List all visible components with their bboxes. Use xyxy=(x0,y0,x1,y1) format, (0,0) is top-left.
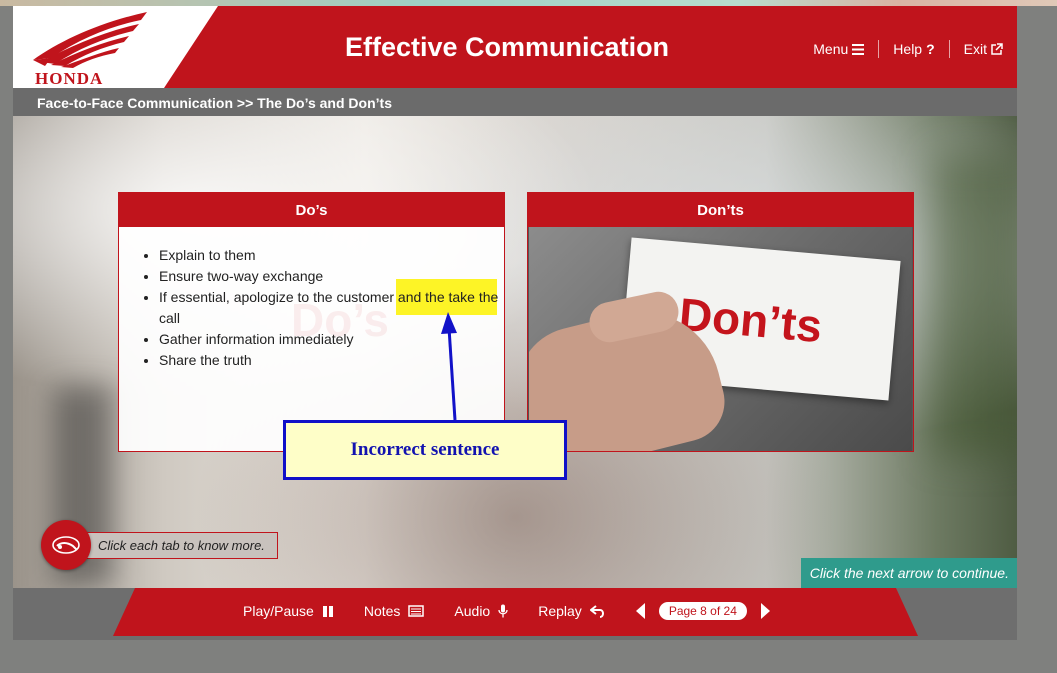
list-item: If essential, apologize to the customer … xyxy=(159,287,499,329)
notes-label: Notes xyxy=(363,603,401,619)
replay-icon xyxy=(589,604,604,618)
replay-label: Replay xyxy=(538,603,582,619)
page-indicator: Page 8 of 24 xyxy=(658,602,747,620)
top-navigation: Menu Help ? Exit xyxy=(799,40,1003,58)
list-item: Ensure two-way exchange xyxy=(159,266,499,287)
next-arrow-icon[interactable] xyxy=(760,603,770,619)
touch-icon xyxy=(41,520,91,570)
list-item: Gather information immediately xyxy=(159,329,499,350)
notes-icon xyxy=(408,605,425,617)
notes-button[interactable]: Notes xyxy=(364,603,425,619)
exit-icon xyxy=(991,43,1003,55)
player-controls: Play/Pause Notes Audio Replay Page 8 of … xyxy=(243,602,770,620)
list-item: Share the truth xyxy=(159,350,499,371)
wing-icon xyxy=(33,12,147,68)
help-icon: ? xyxy=(926,41,935,57)
donts-photo: Don’ts xyxy=(529,227,912,451)
audio-button[interactable]: Audio xyxy=(454,603,508,619)
play-pause-label: Play/Pause xyxy=(243,603,314,619)
replay-button[interactable]: Replay xyxy=(538,603,606,619)
annotation-callout: Incorrect sentence xyxy=(283,420,567,480)
list-item: Explain to them xyxy=(159,245,499,266)
dos-tab[interactable]: Do’s xyxy=(119,193,504,227)
help-button[interactable]: Help ? xyxy=(879,41,948,57)
tip: Click each tab to know more. xyxy=(41,520,278,570)
help-label: Help xyxy=(893,41,923,57)
menu-icon xyxy=(852,43,865,55)
next-hint: Click the next arrow to continue. xyxy=(800,558,1017,588)
breadcrumb-bar: Face-to-Face Communication >> The Do’s a… xyxy=(13,88,1017,116)
pause-icon xyxy=(322,605,333,617)
exit-label: Exit xyxy=(963,41,987,57)
header: HONDA Effective Communication Menu Help … xyxy=(13,6,1017,88)
menu-button[interactable]: Menu xyxy=(799,41,878,57)
dos-panel[interactable]: Do’s Do’s Explain to them Ensure two-way… xyxy=(118,192,505,452)
audio-label: Audio xyxy=(454,603,491,619)
honda-logo: HONDA xyxy=(13,6,218,88)
menu-label: Menu xyxy=(813,41,849,57)
mic-icon xyxy=(498,604,508,618)
prev-arrow-icon[interactable] xyxy=(635,603,645,619)
play-pause-button[interactable]: Play/Pause xyxy=(243,603,334,619)
donts-panel[interactable]: Don’ts Don’ts xyxy=(527,192,914,452)
dos-list: Explain to them Ensure two-way exchange … xyxy=(159,245,499,371)
bottom-bar: Play/Pause Notes Audio Replay Page 8 of … xyxy=(13,588,1017,640)
logo-text: HONDA xyxy=(35,69,104,88)
background-blur xyxy=(933,156,1017,456)
breadcrumb: Face-to-Face Communication >> The Do’s a… xyxy=(37,95,392,111)
content-stage: Do’s Do’s Explain to them Ensure two-way… xyxy=(13,116,1017,588)
exit-button[interactable]: Exit xyxy=(950,41,1003,57)
donts-tab[interactable]: Don’ts xyxy=(528,193,913,227)
tip-text: Click each tab to know more. xyxy=(83,531,278,559)
course-frame: HONDA Effective Communication Menu Help … xyxy=(13,6,1017,640)
page-title: Effective Communication xyxy=(345,32,670,62)
